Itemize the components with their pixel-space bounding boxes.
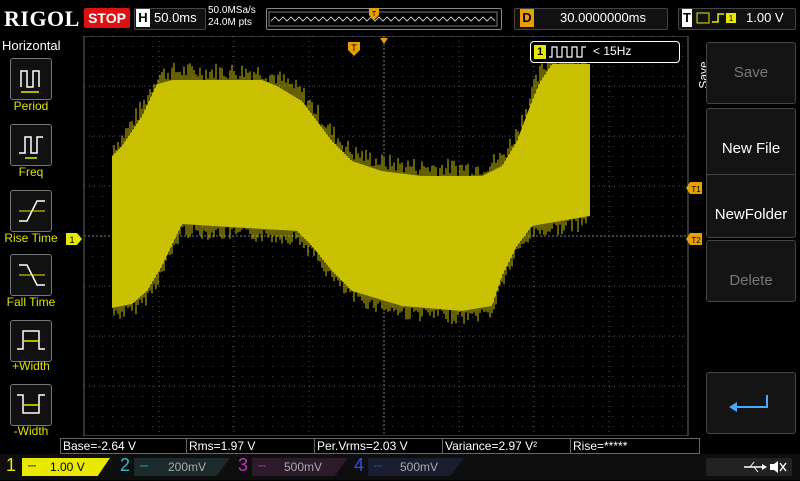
freq-box-channel: 1 [534, 45, 546, 59]
period-button[interactable] [10, 58, 52, 100]
delay-value: 30.0000000ms [560, 10, 647, 25]
svg-text:1: 1 [69, 235, 74, 245]
freq-label: Freq [18, 165, 44, 179]
status-icons-area [706, 458, 792, 476]
timebase-letter: H [136, 9, 150, 27]
rise-time-button[interactable] [10, 190, 52, 232]
svg-text:T: T [372, 11, 377, 18]
square-wave-icon [549, 46, 586, 58]
ch3-scale: 500mV [284, 460, 323, 474]
trigger-edge-icon: 1 [696, 11, 740, 25]
back-button[interactable] [706, 372, 796, 434]
memory-wave-icon [268, 11, 498, 27]
ch2-scale: 200mV [168, 460, 207, 474]
run-stop-indicator[interactable]: STOP [84, 8, 130, 28]
rise-time-icon [19, 200, 45, 222]
new-folder-button[interactable]: NewFolder [706, 174, 796, 238]
ch1-ground-marker[interactable]: 1 [66, 232, 82, 245]
fall-time-button[interactable] [10, 254, 52, 296]
positive-width-label: +Width [12, 359, 50, 373]
timebase-value: 50.0ms [154, 10, 197, 25]
svg-text:1: 1 [729, 14, 734, 23]
rise-time-label: Rise Time [4, 231, 58, 245]
negative-width-button[interactable] [10, 384, 52, 426]
positive-width-button[interactable] [10, 320, 52, 362]
horizontal-menu-title: Horizontal [2, 38, 61, 53]
ch4-scale: 500mV [400, 460, 439, 474]
ch4-number[interactable]: 4 [352, 455, 366, 476]
delete-button[interactable]: Delete [706, 240, 796, 302]
frequency-counter-box[interactable]: 1 < 15Hz [530, 41, 680, 63]
measurement-base[interactable]: Base=-2.64 V [60, 438, 188, 454]
freq-button[interactable] [10, 124, 52, 166]
memory-position-bar[interactable] [266, 8, 502, 30]
fall-time-icon [19, 264, 45, 286]
save-button[interactable]: Save [706, 42, 796, 104]
ch1-scale: 1.00 V [50, 460, 85, 474]
measurement-rise[interactable]: Rise=***** [570, 438, 700, 454]
usb-icon [744, 461, 767, 473]
positive-width-icon [17, 330, 45, 350]
measurement-variance[interactable]: Variance=2.97 V² [442, 438, 572, 454]
sample-rate: 50.0MSa/s [208, 5, 256, 16]
speaker-muted-icon [770, 461, 787, 473]
freq-icon [19, 136, 43, 159]
ch3-number[interactable]: 3 [236, 455, 250, 476]
ch3-scale-tab[interactable]: ⎓ 500mV [252, 458, 348, 476]
trigger-letter: T [682, 9, 692, 27]
delay-letter: D [520, 9, 534, 27]
ch4-scale-tab[interactable]: ⎓ 500mV [368, 458, 464, 476]
negative-width-icon [17, 394, 45, 414]
negative-width-label: -Width [13, 424, 49, 438]
measurement-per-vrms[interactable]: Per.Vrms=2.03 V [314, 438, 444, 454]
return-arrow-icon [729, 395, 768, 412]
trigger-level: 1.00 V [746, 10, 784, 25]
ch2-scale-tab[interactable]: ⎓ 200mV [134, 458, 230, 476]
freq-box-value: < 15Hz [593, 44, 632, 58]
brand-logo: RIGOL [4, 6, 80, 31]
ch1-number[interactable]: 1 [4, 455, 18, 476]
ch2-number[interactable]: 2 [118, 455, 132, 476]
memory-depth: 24.0M pts [208, 17, 252, 28]
memory-trigger-marker: T [369, 7, 379, 20]
svg-text:T: T [351, 43, 357, 53]
ch1-scale-tab[interactable]: ⎓ 1.00 V [22, 458, 110, 476]
fall-time-label: Fall Time [6, 295, 56, 309]
waveform-display[interactable]: T [62, 35, 700, 437]
period-icon [20, 70, 40, 93]
period-label: Period [13, 99, 49, 113]
measurement-rms[interactable]: Rms=1.97 V [186, 438, 316, 454]
